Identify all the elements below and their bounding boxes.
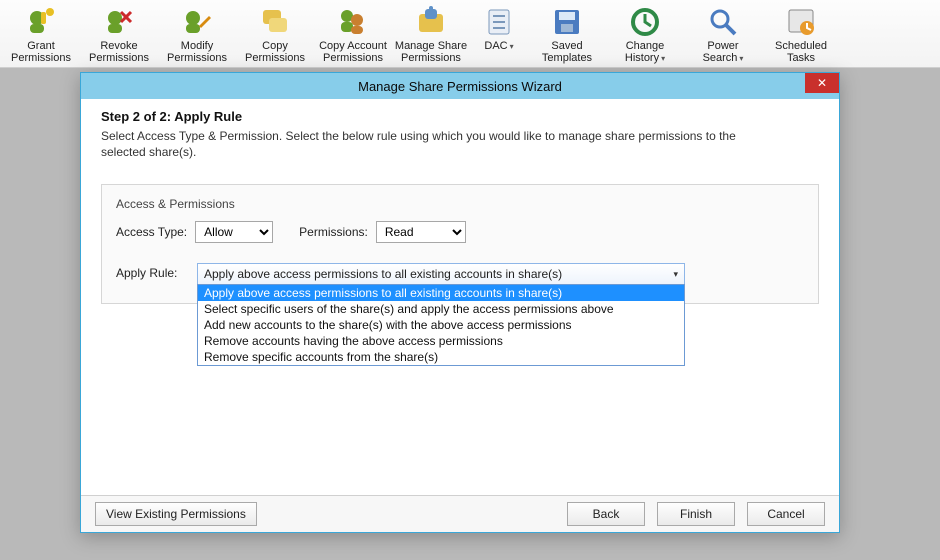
dialog-body: Step 2 of 2: Apply Rule Select Access Ty… <box>81 99 839 495</box>
apply-rule-option[interactable]: Remove specific accounts from the share(… <box>198 349 684 365</box>
ribbon-toolbar: GrantPermissions RevokePermissions Modif… <box>0 0 940 68</box>
ribbon-manage-share-permissions[interactable]: Manage SharePermissions <box>392 4 470 66</box>
ribbon-scheduled-tasks[interactable]: ScheduledTasks <box>762 4 840 66</box>
copy-account-permissions-icon <box>337 6 369 38</box>
ribbon-label: Templates <box>542 52 592 64</box>
apply-rule-combobox[interactable]: Apply above access permissions to all ex… <box>197 263 685 285</box>
cancel-button[interactable]: Cancel <box>747 502 825 526</box>
ribbon-label: DAC <box>484 40 507 52</box>
dac-icon <box>483 6 515 38</box>
apply-rule-option[interactable]: Select specific users of the share(s) an… <box>198 301 684 317</box>
copy-permissions-icon <box>259 6 291 38</box>
ribbon-label: Permissions <box>11 52 71 64</box>
ribbon-label: Search <box>703 52 738 64</box>
ribbon-label: Modify <box>181 40 213 52</box>
dialog-title: Manage Share Permissions Wizard <box>358 79 562 94</box>
ribbon-label: Permissions <box>401 52 461 64</box>
ribbon-label: Grant <box>27 40 55 52</box>
apply-rule-option[interactable]: Remove accounts having the above access … <box>198 333 684 349</box>
ribbon-modify-permissions[interactable]: ModifyPermissions <box>158 4 236 66</box>
ribbon-label: Manage Share <box>395 40 467 52</box>
saved-templates-icon <box>551 6 583 38</box>
scheduled-tasks-icon <box>785 6 817 38</box>
power-search-icon <box>707 6 739 38</box>
access-type-select[interactable]: Allow <box>195 221 273 243</box>
step-description: Select Access Type & Permission. Select … <box>101 128 741 160</box>
ribbon-revoke-permissions[interactable]: RevokePermissions <box>80 4 158 66</box>
ribbon-label: Saved <box>551 40 582 52</box>
ribbon-saved-templates[interactable]: SavedTemplates <box>528 4 606 66</box>
ribbon-label: Permissions <box>167 52 227 64</box>
group-title: Access & Permissions <box>116 197 804 211</box>
apply-rule-selected: Apply above access permissions to all ex… <box>204 267 562 281</box>
ribbon-change-history[interactable]: ChangeHistory▾ <box>606 4 684 67</box>
ribbon-label: Change <box>626 40 665 52</box>
ribbon-label: Permissions <box>245 52 305 64</box>
chevron-down-icon: ▾ <box>673 269 678 280</box>
change-history-icon <box>629 6 661 38</box>
grant-permissions-icon <box>25 6 57 38</box>
manage-share-permissions-icon <box>415 6 447 38</box>
back-button[interactable]: Back <box>567 502 645 526</box>
close-button[interactable]: ✕ <box>805 73 839 93</box>
apply-rule-option[interactable]: Apply above access permissions to all ex… <box>198 285 684 301</box>
dialog-footer: View Existing Permissions Back Finish Ca… <box>81 495 839 532</box>
wizard-dialog: Manage Share Permissions Wizard ✕ Step 2… <box>80 72 840 533</box>
ribbon-label: Copy Account <box>319 40 387 52</box>
chevron-down-icon: ▾ <box>661 54 665 63</box>
ribbon-label: Permissions <box>89 52 149 64</box>
access-type-label: Access Type: <box>116 225 187 239</box>
ribbon-label: History <box>625 52 659 64</box>
permissions-label: Permissions: <box>299 225 368 239</box>
chevron-down-icon: ▾ <box>510 42 514 51</box>
view-existing-permissions-button[interactable]: View Existing Permissions <box>95 502 257 526</box>
ribbon-grant-permissions[interactable]: GrantPermissions <box>2 4 80 66</box>
step-title: Step 2 of 2: Apply Rule <box>101 109 819 124</box>
ribbon-label: Copy <box>262 40 288 52</box>
ribbon-dac[interactable]: DAC▾ <box>470 4 528 55</box>
apply-rule-dropdown-list: Apply above access permissions to all ex… <box>197 284 685 366</box>
ribbon-label: Scheduled <box>775 40 827 52</box>
access-permissions-group: Access & Permissions Access Type: Allow … <box>101 184 819 304</box>
finish-button[interactable]: Finish <box>657 502 735 526</box>
permissions-select[interactable]: Read <box>376 221 466 243</box>
apply-rule-option[interactable]: Add new accounts to the share(s) with th… <box>198 317 684 333</box>
ribbon-label: Tasks <box>787 52 815 64</box>
revoke-permissions-icon <box>103 6 135 38</box>
modify-permissions-icon <box>181 6 213 38</box>
chevron-down-icon: ▾ <box>739 54 743 63</box>
ribbon-label: Permissions <box>323 52 383 64</box>
ribbon-power-search[interactable]: PowerSearch▾ <box>684 4 762 67</box>
ribbon-label: Revoke <box>100 40 137 52</box>
apply-rule-label: Apply Rule: <box>116 263 191 280</box>
ribbon-label: Power <box>707 40 738 52</box>
ribbon-copy-permissions[interactable]: CopyPermissions <box>236 4 314 66</box>
close-icon: ✕ <box>817 76 827 90</box>
dialog-titlebar: Manage Share Permissions Wizard ✕ <box>81 73 839 99</box>
ribbon-copy-account-permissions[interactable]: Copy AccountPermissions <box>314 4 392 66</box>
